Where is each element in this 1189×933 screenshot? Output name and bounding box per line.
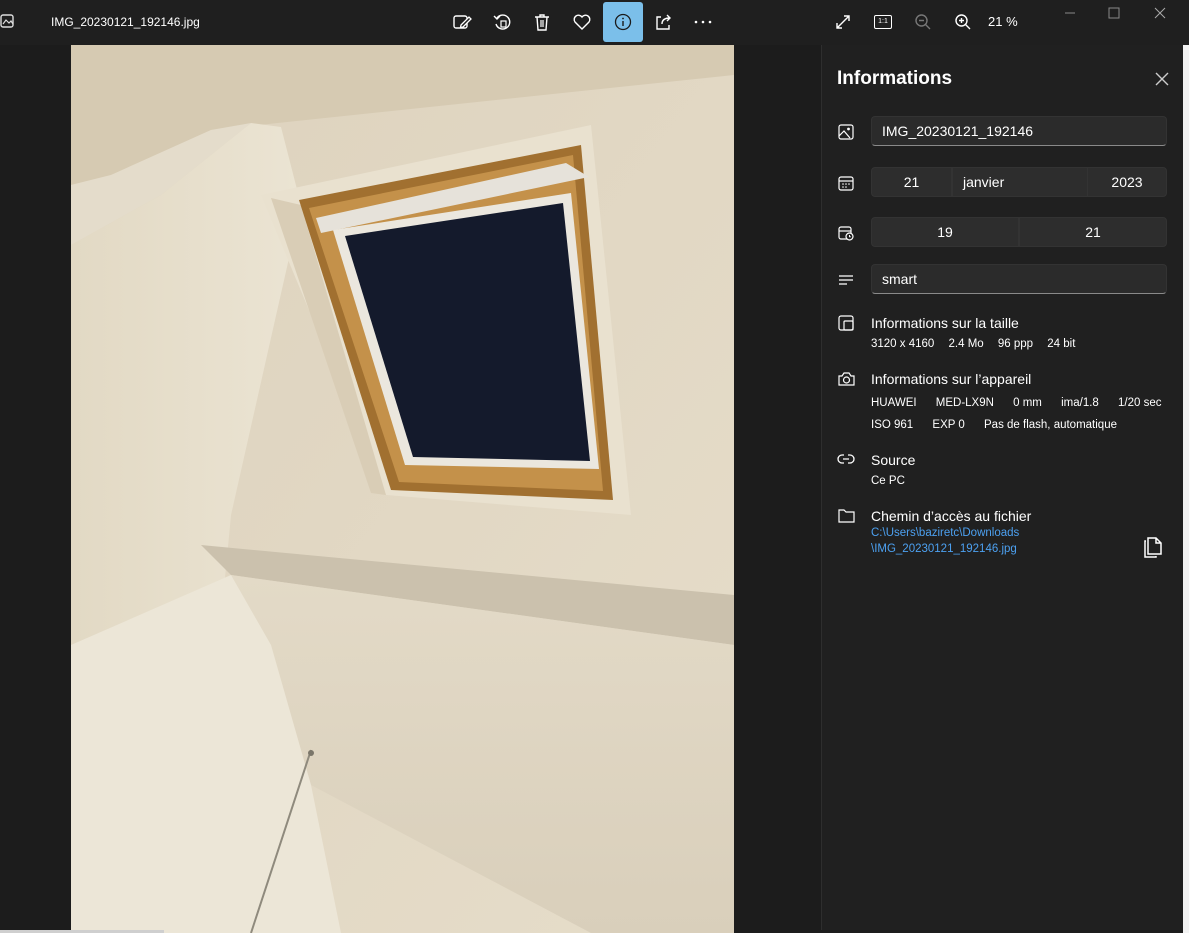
info-panel: Informations IMG_20230121_192146 21 janv… [821,45,1184,930]
path-section-title: Chemin d’accès au fichier [871,508,1032,524]
flash-mode: Pas de flash, automatique [984,419,1117,431]
bit-depth-value: 24 bit [1047,338,1076,350]
size-section-title: Informations sur la taille [871,315,1019,331]
calendar-icon [837,174,855,192]
maximize-button[interactable] [1094,2,1134,28]
rotate-icon [492,12,512,32]
date-year-select[interactable]: 2023 [1087,167,1167,197]
zoom-in-button[interactable] [943,2,983,42]
filename-input[interactable]: IMG_20230121_192146 [871,116,1167,146]
share-button[interactable] [643,2,683,42]
more-options-button[interactable] [683,2,723,42]
aperture: ima/1.8 [1061,397,1099,409]
more-icon [693,12,713,32]
focal-length: 0 mm [1013,397,1042,409]
time-minute-select[interactable]: 21 [1019,217,1167,247]
actual-size-button[interactable]: 1:1 [863,2,903,42]
clock-calendar-icon [837,224,855,242]
file-size-value: 2.4 Mo [948,338,984,350]
close-icon [1154,6,1166,24]
resize-icon [837,314,855,332]
zoom-level[interactable]: 21 % [988,14,1018,29]
device-details-line-1: HUAWEI MED-LX9N 0 mm ima/1.8 1/20 sec [871,397,1173,409]
copy-icon [1142,537,1164,564]
device-section-title: Informations sur l’appareil [871,371,1032,387]
background-window-edge [1183,45,1189,933]
description-icon [837,271,855,289]
folder-icon [837,506,855,524]
image-icon [837,123,855,141]
date-day-select[interactable]: 21 [871,167,952,197]
image-viewer[interactable] [0,45,820,933]
minimize-icon [1064,6,1076,24]
zoom-in-icon [954,13,972,31]
title-bar: IMG_20230121_192146.jpg 1:1 21 % [0,0,1189,45]
delete-icon [532,12,552,32]
dimensions-value: 3120 x 4160 [871,338,935,350]
camera-make: HUAWEI [871,397,917,409]
info-button[interactable] [603,2,643,42]
panel-close-button[interactable] [1152,69,1172,89]
size-details: 3120 x 4160 2.4 Mo 96 ppp 24 bit [871,338,1086,350]
exposure-bias: EXP 0 [932,419,965,431]
resolution-value: 96 ppp [997,338,1034,350]
close-window-button[interactable] [1140,2,1180,28]
heart-icon [572,12,592,32]
link-icon [837,450,855,468]
photos-app-icon [0,11,20,33]
device-details-line-2: ISO 961 EXP 0 Pas de flash, automatique [871,419,1128,431]
date-month-select[interactable]: janvier [952,167,1088,197]
edit-image-button[interactable] [442,2,482,42]
zoom-out-button[interactable] [903,2,943,42]
caption-input[interactable]: smart [871,264,1167,294]
camera-model: MED-LX9N [935,397,994,409]
actual-size-label: 1:1 [878,18,888,25]
panel-title: Informations [837,68,953,89]
info-icon [613,12,633,32]
window-title: IMG_20230121_192146.jpg [51,15,200,29]
file-path-link-line-1[interactable]: C:\Users\baziretc\Downloads [871,527,1019,539]
copy-path-button[interactable] [1142,536,1164,560]
iso-value: ISO 961 [871,419,914,431]
close-icon [1152,72,1172,93]
actual-size-icon: 1:1 [874,15,892,29]
photo-skylight[interactable] [71,45,734,933]
fullscreen-button[interactable] [823,2,863,42]
source-section-title: Source [871,452,916,468]
exposure-time: 1/20 sec [1118,397,1162,409]
minimize-button[interactable] [1050,2,1090,28]
zoom-out-icon [914,13,932,31]
time-hour-select[interactable]: 19 [871,217,1019,247]
share-icon [653,12,673,32]
delete-button[interactable] [522,2,562,42]
favorite-button[interactable] [562,2,602,42]
edit-image-icon [452,12,472,32]
file-path-link-line-2[interactable]: \IMG_20230121_192146.jpg [871,543,1017,555]
source-value: Ce PC [871,475,905,487]
camera-icon [837,370,855,388]
fullscreen-icon [834,13,852,31]
maximize-icon [1108,6,1120,24]
rotate-button[interactable] [482,2,522,42]
